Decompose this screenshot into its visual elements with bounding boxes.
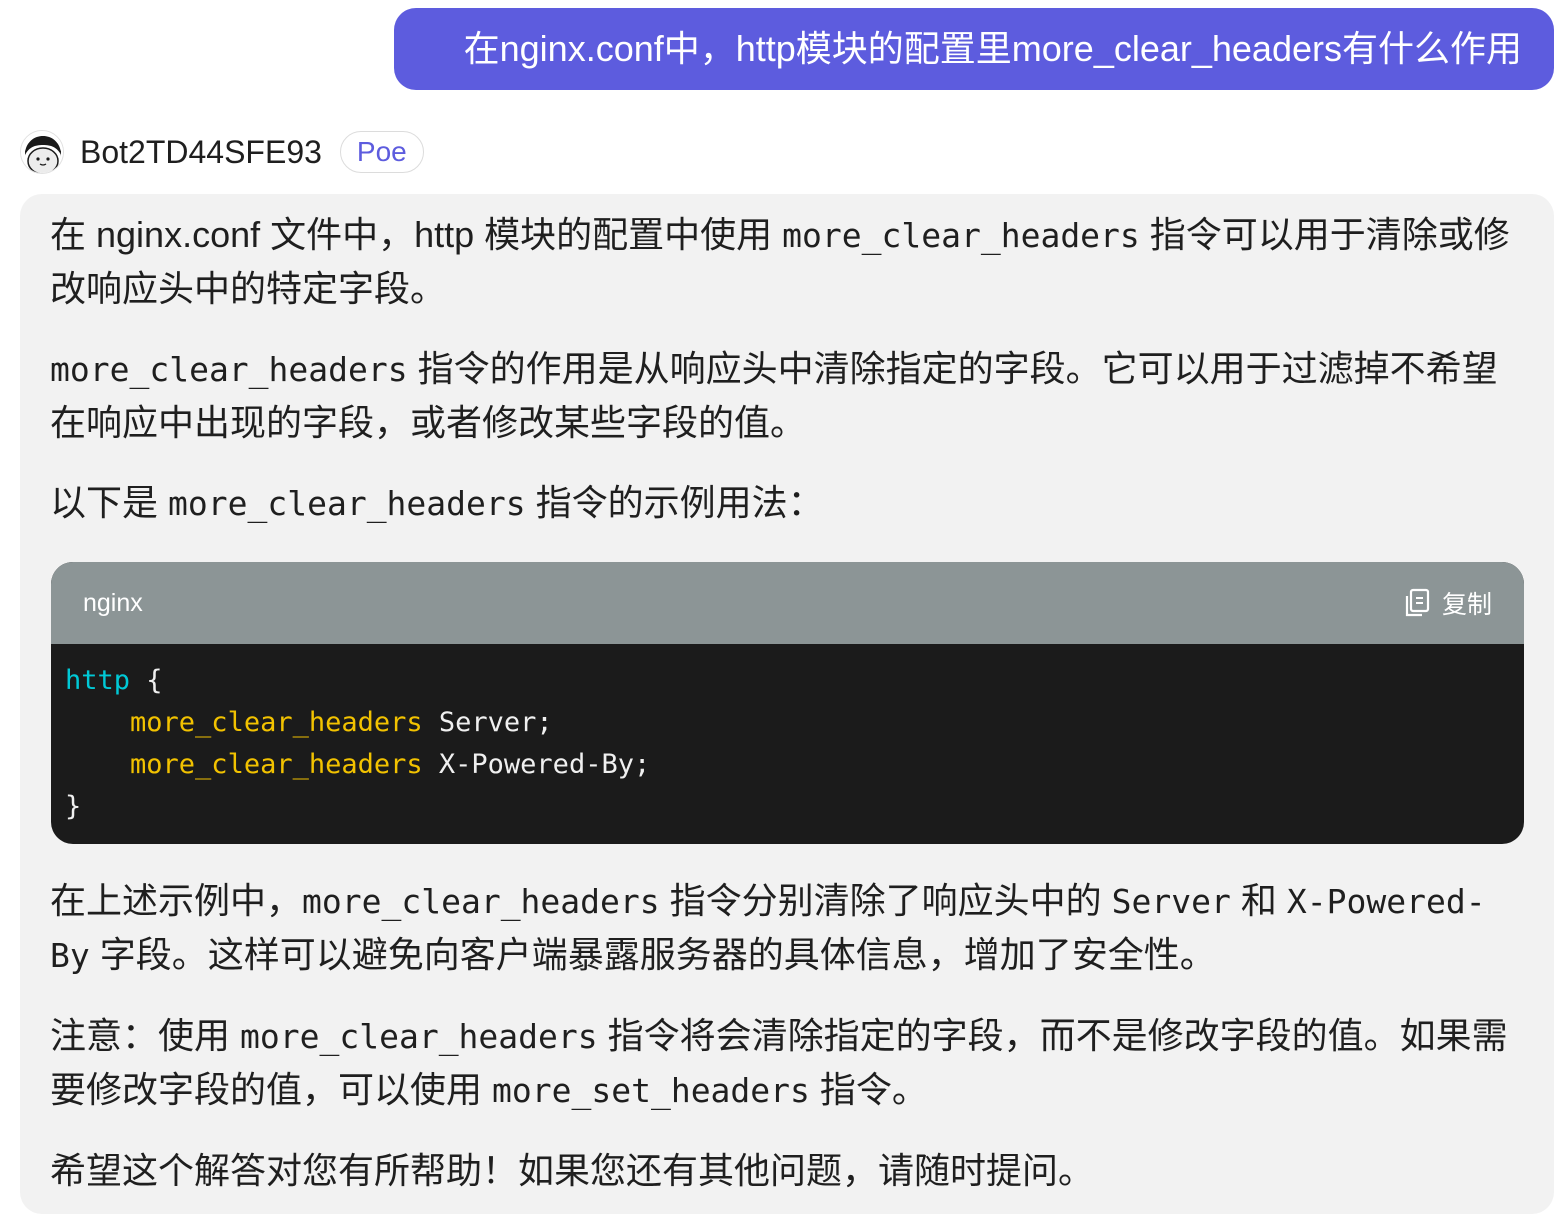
code-text: } [65, 791, 82, 822]
code-text: Server; [422, 707, 553, 738]
poe-badge: Poe [339, 131, 424, 173]
text-span: 注意：使用 [50, 1015, 241, 1056]
response-paragraph-6: 希望这个解答对您有所帮助！如果您还有其他问题，请随时提问。 [50, 1144, 1520, 1197]
code-line: http { [65, 660, 1524, 702]
inline-code: more_set_headers [492, 1071, 810, 1110]
inline-code: Server [1111, 882, 1231, 921]
copy-icon [1405, 588, 1430, 617]
code-line: } [65, 786, 1524, 828]
text-span: 指令分别清除了响应头中的 [659, 880, 1112, 921]
text-span: 在 nginx.conf 文件中，http 模块的配置中使用 [50, 214, 783, 255]
code-body: http { more_clear_headers Server; more_c… [51, 644, 1524, 828]
bot-header: Bot2TD44SFE93 Poe [20, 126, 424, 178]
inline-code: more_clear_headers [302, 882, 660, 921]
bot-response-bubble: 在 nginx.conf 文件中，http 模块的配置中使用 more_clea… [20, 194, 1554, 1214]
copy-button[interactable]: 复制 [1402, 582, 1492, 624]
response-paragraph-5: 注意：使用 more_clear_headers 指令将会清除指定的字段，而不是… [50, 1009, 1520, 1117]
code-block-header: nginx 复制 [51, 562, 1524, 644]
inline-code: more_clear_headers [240, 1017, 598, 1056]
response-paragraph-1: 在 nginx.conf 文件中，http 模块的配置中使用 more_clea… [50, 208, 1520, 315]
user-message-bubble: 在nginx.conf中，http模块的配置里more_clear_header… [394, 8, 1554, 90]
code-line: more_clear_headers X-Powered-By; [65, 744, 1524, 786]
text-span: 以下是 [50, 482, 169, 523]
bot-name[interactable]: Bot2TD44SFE93 [80, 134, 322, 171]
text-span: 指令。 [809, 1069, 928, 1110]
code-keyword: http [65, 665, 131, 696]
text-span: 希望这个解答对您有所帮助！如果您还有其他问题，请随时提问。 [50, 1150, 1095, 1191]
inline-code: more_clear_headers [50, 350, 408, 389]
code-directive: more_clear_headers [130, 749, 423, 780]
inline-code: more_clear_headers [782, 216, 1140, 255]
text-span: 在上述示例中， [50, 880, 303, 921]
response-paragraph-2: more_clear_headers 指令的作用是从响应头中清除指定的字段。它可… [50, 342, 1520, 449]
response-paragraph-3: 以下是 more_clear_headers 指令的示例用法： [50, 476, 1520, 530]
code-text: X-Powered-By; [422, 749, 651, 780]
user-message-text: 在nginx.conf中，http模块的配置里more_clear_header… [463, 28, 1522, 69]
text-span: 和 [1230, 880, 1287, 921]
copy-label: 复制 [1441, 591, 1492, 619]
text-span: 指令的示例用法： [525, 482, 824, 523]
text-span: 字段。这样可以避免向客户端暴露服务器的具体信息，增加了安全性。 [89, 934, 1216, 975]
code-directive: more_clear_headers [130, 707, 423, 738]
code-text: { [130, 665, 163, 696]
cartoon-face-avatar-icon [21, 131, 63, 173]
bot-avatar[interactable] [20, 130, 64, 174]
code-language-label: nginx [83, 589, 143, 617]
response-paragraph-4: 在上述示例中，more_clear_headers 指令分别清除了响应头中的 S… [50, 874, 1520, 982]
code-line: more_clear_headers Server; [65, 702, 1524, 744]
code-block: nginx 复制 http { more_clear_headers Serve… [51, 562, 1524, 844]
inline-code: more_clear_headers [168, 484, 526, 523]
